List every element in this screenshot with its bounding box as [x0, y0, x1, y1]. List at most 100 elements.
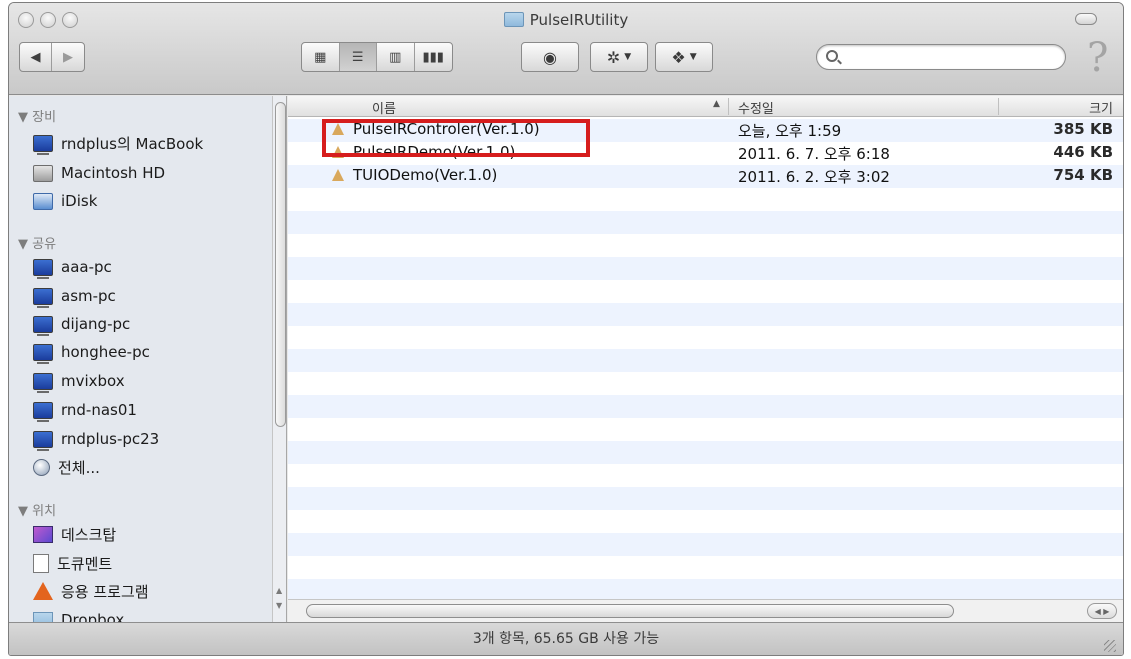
computer-icon	[33, 134, 53, 155]
applications-icon	[33, 582, 53, 600]
search-field[interactable]	[816, 44, 1066, 70]
resize-grip-icon[interactable]	[1104, 640, 1116, 652]
sidebar-section-shared[interactable]: ▼ 공유	[18, 233, 56, 252]
sidebar-item-label: rndplus-pc23	[61, 430, 160, 448]
sidebar-item-label: 도큐멘트	[57, 554, 113, 573]
hard-drive-icon	[33, 164, 53, 182]
status-text: 3개 항목, 65.65 GB 사용 가능	[472, 631, 660, 647]
back-button[interactable]: ◀	[20, 43, 53, 71]
sidebar-item-rnd-nas01[interactable]: rnd-nas01	[33, 398, 137, 422]
coverflow-view-icon: ▮▮▮	[422, 49, 444, 65]
forward-arrow-icon: ▶	[63, 49, 73, 65]
help-icon[interactable]: ?	[1087, 35, 1108, 81]
sidebar: ▼ 장비 rndplus의 MacBook Macintosh HD iDisk…	[9, 96, 287, 622]
network-computer-icon	[33, 343, 53, 364]
icon-view-button[interactable]: ▦	[302, 43, 340, 71]
sidebar-item-label: rnd-nas01	[61, 401, 137, 419]
sidebar-item-desktop[interactable]: 데스크탑	[33, 522, 116, 546]
section-label: 위치	[32, 504, 57, 519]
column-view-button[interactable]: ▥	[377, 43, 415, 71]
file-name-cell: TUIODemo(Ver.1.0)	[332, 166, 497, 184]
documents-icon	[33, 553, 49, 573]
column-header-modified[interactable]: 수정일	[738, 98, 774, 117]
horizontal-scrollbar[interactable]: ◀ ▶	[288, 599, 1123, 622]
eye-icon: ◉	[543, 47, 557, 67]
action-menu-button[interactable]: ✲ ▼	[590, 42, 648, 72]
sidebar-item-documents[interactable]: 도큐멘트	[33, 551, 112, 575]
coverflow-view-button[interactable]: ▮▮▮	[415, 43, 452, 71]
network-computer-icon	[33, 287, 53, 308]
sidebar-item-aaa-pc[interactable]: aaa-pc	[33, 255, 112, 279]
window-title: PulseIRUtility	[529, 11, 629, 29]
table-row[interactable]: PulseIRDemo(Ver.1.0) 2011. 6. 7. 오후 6:18…	[288, 141, 1123, 164]
gear-icon: ✲	[606, 47, 621, 67]
sidebar-item-label: honghee-pc	[61, 343, 150, 361]
table-row[interactable]: TUIODemo(Ver.1.0) 2011. 6. 2. 오후 3:02 75…	[288, 164, 1123, 187]
sidebar-item-dropbox[interactable]: Dropbox	[33, 608, 124, 622]
chevron-down-icon: ▼	[624, 52, 632, 62]
column-header-name[interactable]: 이름	[372, 98, 396, 117]
column-divider	[728, 98, 729, 115]
file-size: 446 KB	[1053, 143, 1113, 161]
sidebar-item-macbook[interactable]: rndplus의 MacBook	[33, 131, 203, 155]
sidebar-section-places[interactable]: ▼ 위치	[18, 500, 56, 519]
list-header: 이름 ▲ 수정일 크기	[288, 96, 1123, 117]
sidebar-section-devices[interactable]: ▼ 장비	[18, 106, 56, 125]
sidebar-item-dijang-pc[interactable]: dijang-pc	[33, 312, 130, 336]
table-row[interactable]: PulseIRControler(Ver.1.0) 오늘, 오후 1:59 38…	[288, 118, 1123, 141]
chevron-down-icon: ▼	[689, 52, 697, 62]
list-view-button[interactable]: ☰	[339, 43, 377, 71]
back-forward-control: ◀ ▶	[19, 42, 85, 72]
toolbar-toggle-button[interactable]	[1075, 13, 1097, 25]
idisk-icon	[33, 192, 53, 210]
section-label: 장비	[32, 110, 57, 125]
sidebar-item-idisk[interactable]: iDisk	[33, 189, 97, 213]
sidebar-item-honghee-pc[interactable]: honghee-pc	[33, 340, 150, 364]
scroll-up-icon[interactable]: ▲	[276, 586, 282, 595]
file-size: 385 KB	[1053, 120, 1113, 138]
file-size: 754 KB	[1053, 166, 1113, 184]
sidebar-item-label: iDisk	[61, 192, 98, 210]
window-title-bar: PulseIRUtility	[9, 10, 1123, 32]
file-name: PulseIRDemo(Ver.1.0)	[353, 143, 516, 161]
horizontal-scroll-thumb[interactable]	[306, 604, 954, 618]
file-name-cell: PulseIRDemo(Ver.1.0)	[332, 143, 515, 161]
sidebar-item-label: aaa-pc	[61, 258, 112, 276]
sidebar-scrollbar[interactable]: ▲ ▼	[272, 96, 286, 622]
application-icon	[332, 122, 345, 136]
sidebar-item-mvixbox[interactable]: mvixbox	[33, 369, 125, 393]
file-name: PulseIRControler(Ver.1.0)	[353, 120, 540, 138]
forward-button[interactable]: ▶	[52, 43, 84, 71]
finder-window: PulseIRUtility ◀ ▶ ▦ ☰ ▥ ▮▮▮ ◉ ✲▼ ❖▼ ?	[8, 2, 1124, 656]
scroll-down-icon[interactable]: ▼	[276, 601, 282, 610]
sidebar-item-asm-pc[interactable]: asm-pc	[33, 284, 116, 308]
scroll-arrows-icon[interactable]: ◀ ▶	[1087, 603, 1117, 619]
network-computer-icon	[33, 258, 53, 279]
back-arrow-icon: ◀	[30, 49, 41, 65]
sidebar-item-label: 응용 프로그램	[61, 582, 149, 601]
dropbox-menu-button[interactable]: ❖ ▼	[655, 42, 713, 72]
sidebar-scroll-thumb[interactable]	[275, 102, 286, 427]
search-input[interactable]	[845, 48, 1055, 66]
list-view-icon: ☰	[351, 49, 364, 65]
sidebar-item-label: rndplus의 MacBook	[61, 134, 204, 153]
network-computer-icon	[33, 401, 53, 422]
sidebar-item-all[interactable]: 전체...	[33, 455, 100, 479]
quick-look-button[interactable]: ◉	[521, 42, 579, 72]
view-mode-control: ▦ ☰ ▥ ▮▮▮	[301, 42, 453, 72]
sidebar-item-applications[interactable]: 응용 프로그램	[33, 579, 149, 603]
dropbox-icon: ❖	[671, 47, 686, 67]
file-modified: 2011. 6. 2. 오후 3:02	[738, 168, 890, 186]
sidebar-item-label: 데스크탑	[61, 525, 117, 544]
sidebar-item-macintosh-hd[interactable]: Macintosh HD	[33, 161, 165, 185]
folder-icon	[503, 12, 524, 27]
icon-view-icon: ▦	[314, 49, 327, 65]
file-name-cell: PulseIRControler(Ver.1.0)	[332, 120, 540, 138]
search-icon	[826, 50, 838, 62]
column-view-icon: ▥	[389, 49, 402, 65]
folder-icon	[33, 611, 53, 622]
column-header-size[interactable]: 크기	[1089, 98, 1113, 117]
application-icon	[332, 168, 345, 182]
sidebar-item-label: 전체...	[58, 458, 100, 477]
sidebar-item-rndplus-pc23[interactable]: rndplus-pc23	[33, 427, 159, 451]
